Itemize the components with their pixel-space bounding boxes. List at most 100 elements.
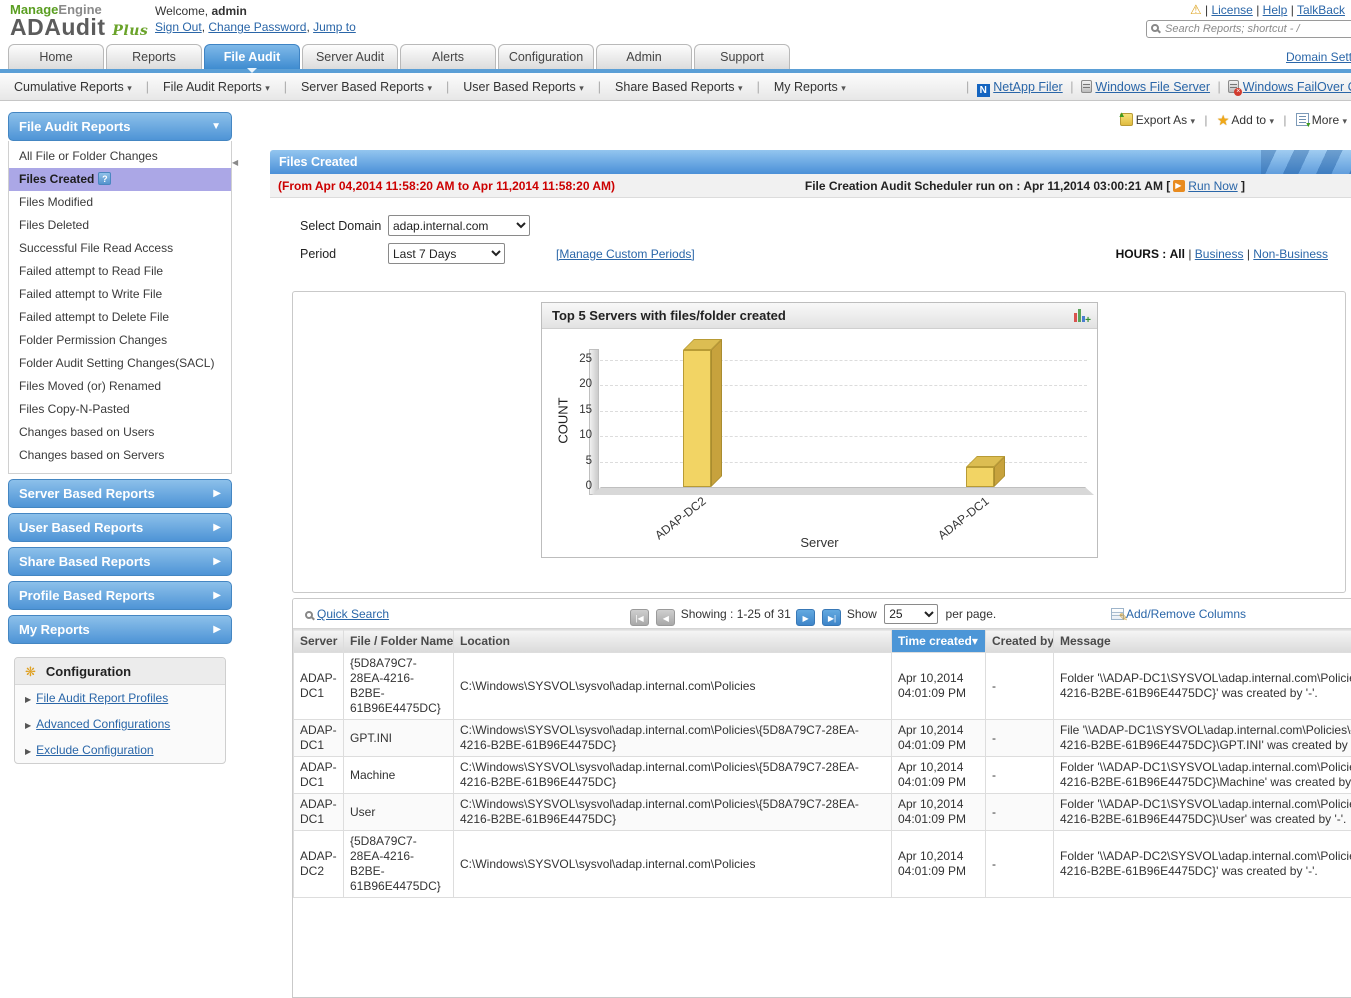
column-header-time-created[interactable]: Time created▾ xyxy=(892,630,986,653)
cell-created-by: - xyxy=(986,831,1054,898)
sidebar-item-folder-audit-setting-changes[interactable]: Folder Audit Setting Changes(SACL) xyxy=(9,352,231,375)
x-category-label: ADAP-DC1 xyxy=(904,494,991,567)
export-as-button[interactable]: Export As ▾ xyxy=(1120,113,1195,127)
menu-user-based-reports[interactable]: User Based Reports ▾ xyxy=(449,73,598,102)
sidebar-section-file-audit-reports[interactable]: File Audit Reports ▼ xyxy=(8,112,232,141)
period-select[interactable]: Last 7 Days xyxy=(388,243,505,264)
column-header-location[interactable]: Location xyxy=(454,630,892,653)
sidebar-section-user-based-reports[interactable]: User Based Reports▶ xyxy=(8,513,232,542)
windows-file-server-icon xyxy=(1081,80,1092,93)
sort-descending-icon: ▾ xyxy=(972,634,978,648)
sidebar-item-changes-based-on-servers[interactable]: Changes based on Servers xyxy=(9,444,231,467)
sidebar-item-files-moved-renamed[interactable]: Files Moved (or) Renamed xyxy=(9,375,231,398)
chart-axis-floor xyxy=(592,487,1094,495)
sidebar-item-all-file-or-folder-changes[interactable]: All File or Folder Changes xyxy=(9,145,231,168)
sidebar-item-folder-permission-changes[interactable]: Folder Permission Changes xyxy=(9,329,231,352)
chart-type-icon[interactable]: + xyxy=(1073,308,1089,324)
sidebar-section-share-based-reports[interactable]: Share Based Reports▶ xyxy=(8,547,232,576)
cell-time-created: Apr 10,2014 04:01:09 PM xyxy=(892,720,986,757)
sidebar-section-my-reports[interactable]: My Reports▶ xyxy=(8,615,232,644)
sidebar-item-successful-file-read-access[interactable]: Successful File Read Access xyxy=(9,237,231,260)
results-table: Server File / Folder Name Location Time … xyxy=(293,629,1351,898)
sidebar-collapse-handle[interactable]: ◀ xyxy=(232,148,241,178)
domain-select[interactable]: adap.internal.com xyxy=(388,215,530,236)
more-button[interactable]: More ▾ xyxy=(1296,113,1347,127)
config-link-advanced-configurations: ▶Advanced Configurations xyxy=(15,711,225,737)
username: admin xyxy=(211,4,246,18)
y-tick-label: 20 xyxy=(556,378,592,390)
jump-to-link[interactable]: Jump to xyxy=(313,20,356,34)
quick-search[interactable]: Quick Search xyxy=(305,599,389,629)
windows-failover-cluster-link[interactable]: Windows FailOver Cluster xyxy=(1243,80,1351,94)
sidebar-item-failed-delete[interactable]: Failed attempt to Delete File xyxy=(9,306,231,329)
table-header-row: Server File / Folder Name Location Time … xyxy=(294,630,1351,653)
table-row[interactable]: ADAP-DC1 User C:\Windows\SYSVOL\sysvol\a… xyxy=(294,794,1351,831)
bar-ADAP-DC2[interactable] xyxy=(683,350,711,487)
help-question-icon[interactable]: ? xyxy=(98,172,111,185)
menu-cumulative-reports[interactable]: Cumulative Reports ▾ xyxy=(0,73,146,102)
windows-file-server-link[interactable]: Windows File Server xyxy=(1095,80,1210,94)
license-link[interactable]: License xyxy=(1211,3,1252,17)
add-remove-columns[interactable]: Add/Remove Columns xyxy=(1111,599,1246,629)
column-header-message[interactable]: Message xyxy=(1054,630,1351,653)
add-to-button[interactable]: ★Add to ▾ xyxy=(1217,113,1274,127)
tab-server-audit[interactable]: Server Audit xyxy=(302,44,398,69)
sidebar-item-changes-based-on-users[interactable]: Changes based on Users xyxy=(9,421,231,444)
run-now-link[interactable]: Run Now xyxy=(1188,179,1237,193)
next-page-button[interactable]: ▶ xyxy=(796,609,815,626)
prev-page-button[interactable]: ◀ xyxy=(656,609,675,626)
sidebar-section-server-based-reports[interactable]: Server Based Reports▶ xyxy=(8,479,232,508)
column-header-file-folder-name[interactable]: File / Folder Name xyxy=(344,630,454,653)
help-link[interactable]: Help xyxy=(1263,3,1288,17)
hours-all[interactable]: All xyxy=(1170,247,1185,261)
column-header-created-by[interactable]: Created by xyxy=(986,630,1054,653)
domain-settings-link[interactable]: Domain Settings xyxy=(1286,50,1351,64)
sidebar-item-failed-write[interactable]: Failed attempt to Write File xyxy=(9,283,231,306)
sign-out-link[interactable]: Sign Out xyxy=(155,20,202,34)
table-row[interactable]: ADAP-DC1 {5D8A79C7-28EA-4216-B2BE-61B96E… xyxy=(294,653,1351,720)
y-tick-label: 15 xyxy=(556,404,592,416)
sidebar-item-files-created[interactable]: Files Created? xyxy=(9,168,231,191)
tab-home[interactable]: Home xyxy=(8,44,104,69)
bar-ADAP-DC1[interactable] xyxy=(966,467,994,487)
sidebar-item-failed-read[interactable]: Failed attempt to Read File xyxy=(9,260,231,283)
show-label: Show xyxy=(847,607,877,621)
chevron-right-icon: ▶ xyxy=(25,747,31,756)
sidebar-item-files-deleted[interactable]: Files Deleted xyxy=(9,214,231,237)
talkback-link[interactable]: TalkBack xyxy=(1297,3,1345,17)
change-password-link[interactable]: Change Password xyxy=(208,20,306,34)
hours-business-link[interactable]: Business xyxy=(1195,247,1244,261)
tab-reports[interactable]: Reports xyxy=(106,44,202,69)
y-tick-label: 25 xyxy=(556,353,592,365)
scheduler-status: File Creation Audit Scheduler run on : A… xyxy=(805,174,1245,198)
tab-configuration[interactable]: Configuration xyxy=(498,44,594,69)
search-input[interactable]: Search Reports; shortcut - / xyxy=(1146,20,1351,38)
manage-custom-periods-link[interactable]: [Manage Custom Periods] xyxy=(556,247,695,261)
sidebar-section-profile-based-reports[interactable]: Profile Based Reports▶ xyxy=(8,581,232,610)
tab-file-audit[interactable]: File Audit xyxy=(204,44,300,69)
cell-server: ADAP-DC1 xyxy=(294,757,344,794)
tab-admin[interactable]: Admin xyxy=(596,44,692,69)
hours-non-business-link[interactable]: Non-Business xyxy=(1253,247,1328,261)
column-header-server[interactable]: Server xyxy=(294,630,344,653)
x-category-label: ADAP-DC2 xyxy=(622,494,709,567)
page-size-select[interactable]: 25 xyxy=(884,604,938,624)
tab-support[interactable]: Support xyxy=(694,44,790,69)
first-page-button[interactable]: |◀ xyxy=(630,609,649,626)
table-row[interactable]: ADAP-DC1 GPT.INI C:\Windows\SYSVOL\sysvo… xyxy=(294,720,1351,757)
netapp-filer-link[interactable]: NetApp Filer xyxy=(993,80,1062,94)
table-row[interactable]: ADAP-DC2 {5D8A79C7-28EA-4216-B2BE-61B96E… xyxy=(294,831,1351,898)
reports-menubar: Cumulative Reports ▾|File Audit Reports … xyxy=(0,73,1351,101)
menu-server-based-reports[interactable]: Server Based Reports ▾ xyxy=(287,73,446,102)
sidebar-item-files-modified[interactable]: Files Modified xyxy=(9,191,231,214)
menu-file-audit-reports[interactable]: File Audit Reports ▾ xyxy=(149,73,284,102)
menu-share-based-reports[interactable]: Share Based Reports ▾ xyxy=(601,73,757,102)
warning-icon[interactable]: ⚠ xyxy=(1190,2,1202,17)
last-page-button[interactable]: ▶| xyxy=(822,609,841,626)
tab-alerts[interactable]: Alerts xyxy=(400,44,496,69)
report-toolbar: Export As ▾ | ★Add to ▾ | More ▾ xyxy=(1120,112,1347,129)
menu-my-reports[interactable]: My Reports ▾ xyxy=(760,73,860,102)
cell-file-folder-name: {5D8A79C7-28EA-4216-B2BE-61B96E4475DC} xyxy=(344,831,454,898)
table-row[interactable]: ADAP-DC1 Machine C:\Windows\SYSVOL\sysvo… xyxy=(294,757,1351,794)
sidebar-item-files-copy-n-pasted[interactable]: Files Copy-N-Pasted xyxy=(9,398,231,421)
